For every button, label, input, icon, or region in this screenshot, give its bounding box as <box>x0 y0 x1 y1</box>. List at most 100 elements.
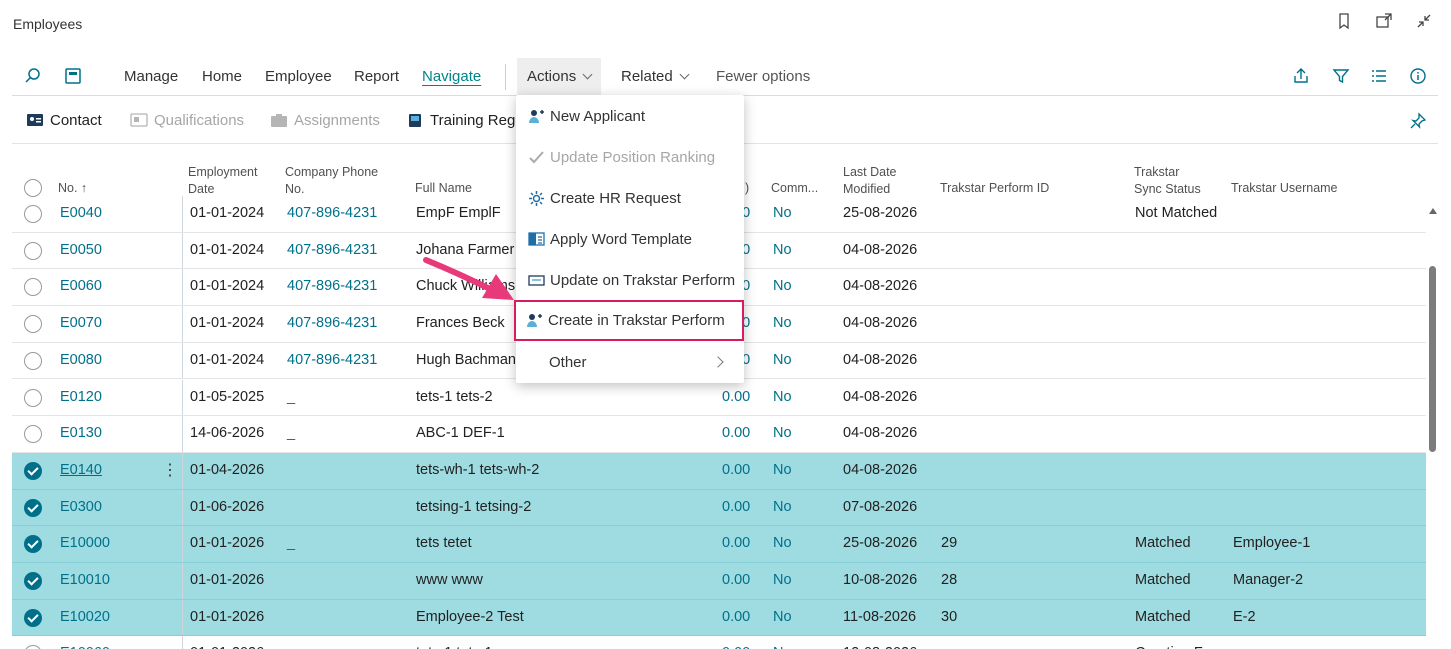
cell-amount[interactable]: 0.00 <box>722 425 750 441</box>
table-row[interactable]: ⋮ E0140 01-04-2026 tets-wh-1 tets-wh-2 0.00 N… <box>12 452 1426 490</box>
row-select-checkbox[interactable] <box>24 645 42 649</box>
row-select-checkbox[interactable] <box>24 351 42 370</box>
cell-no[interactable]: E0070 <box>60 315 102 331</box>
row-select-checkbox[interactable] <box>24 205 42 223</box>
cell-no[interactable]: E10010 <box>60 572 110 588</box>
header-full-name[interactable]: Full Name <box>415 180 472 197</box>
cell-amount[interactable]: 0.00 <box>722 499 750 515</box>
table-row[interactable]: E0120 01-05-2025 _ tets-1 tets-2 0.00 No 04-08… <box>12 379 1426 417</box>
cell-comm[interactable]: No <box>773 462 792 478</box>
table-row[interactable]: E10000 01-01-2026 _ tets tetet 0.00 No 25-08-2… <box>12 526 1426 563</box>
cell-amount[interactable]: 0.00 <box>722 462 750 478</box>
fewer-options-button[interactable]: Fewer options <box>716 68 810 85</box>
menu-item-update-position-ranking[interactable]: Update Position Ranking <box>516 137 744 178</box>
menu-related[interactable]: Related <box>621 68 690 85</box>
cell-amount[interactable]: 0.00 <box>722 572 750 588</box>
cell-no[interactable]: E10020 <box>60 609 110 625</box>
filter-icon[interactable] <box>1332 67 1350 85</box>
edit-list-icon[interactable] <box>64 67 82 85</box>
row-select-checkbox[interactable] <box>24 425 42 444</box>
row-select-checkbox[interactable] <box>24 498 42 517</box>
cell-no[interactable]: E0040 <box>60 205 102 221</box>
cell-no[interactable]: E0120 <box>60 389 102 405</box>
row-select-checkbox[interactable] <box>24 278 42 297</box>
table-row[interactable]: E10010 01-01-2026 www www 0.00 No 10-08-2026 2… <box>12 563 1426 600</box>
menu-home[interactable]: Home <box>202 68 242 85</box>
info-icon[interactable] <box>1409 67 1427 85</box>
cell-company-phone[interactable]: 407-896-4231 <box>287 242 377 258</box>
row-select-checkbox[interactable] <box>24 608 42 627</box>
table-row[interactable]: E10020 01-01-2026 Employee-2 Test 0.00 No 11-… <box>12 599 1426 637</box>
cell-amount[interactable]: 0.00 <box>722 535 750 551</box>
cell-company-phone[interactable]: _ <box>287 389 295 405</box>
menu-report[interactable]: Report <box>354 68 399 85</box>
share-icon[interactable] <box>1292 67 1310 85</box>
bookmark-icon[interactable] <box>1335 12 1353 30</box>
cell-no[interactable]: E0130 <box>60 425 102 441</box>
table-row[interactable]: E10060 01-01-2026 tets-1 tets-1 0.00 No 12-08… <box>12 636 1426 649</box>
header-trakstar-perform-id[interactable]: Trakstar Perform ID <box>940 180 1049 197</box>
cell-comm[interactable]: No <box>773 572 792 588</box>
scroll-up-arrow-icon[interactable] <box>1429 208 1437 214</box>
cell-company-phone[interactable]: _ <box>287 425 295 441</box>
row-select-checkbox[interactable] <box>24 461 42 480</box>
cell-comm[interactable]: No <box>773 389 792 405</box>
row-select-checkbox[interactable] <box>24 535 42 554</box>
header-employment-date[interactable]: Employment Date <box>188 164 257 198</box>
cell-amount[interactable]: 0.00 <box>722 389 750 405</box>
qualifications-button[interactable]: Qualifications <box>130 112 244 129</box>
pin-icon[interactable] <box>1409 112 1427 130</box>
cell-no[interactable]: E0300 <box>60 499 102 515</box>
cell-no[interactable]: E0080 <box>60 352 102 368</box>
header-trakstar-sync-status[interactable]: Trakstar Sync Status <box>1134 164 1201 198</box>
cell-no[interactable]: E0140 <box>60 462 102 478</box>
open-new-window-icon[interactable] <box>1375 12 1393 30</box>
header-comm[interactable]: Comm... <box>771 180 818 197</box>
cell-no[interactable]: E0060 <box>60 278 102 294</box>
cell-comm[interactable]: No <box>773 535 792 551</box>
cell-amount[interactable]: 0.00 <box>722 645 750 649</box>
cell-comm[interactable]: No <box>773 205 792 221</box>
header-trakstar-username[interactable]: Trakstar Username <box>1231 180 1338 197</box>
menu-item-other[interactable]: Other <box>516 342 744 383</box>
assignments-button[interactable]: Assignments <box>270 112 380 129</box>
row-select-checkbox[interactable] <box>24 241 42 260</box>
menu-item-create-hr-request[interactable]: Create HR Request <box>516 178 744 219</box>
header-hidden-column[interactable]: ) <box>745 180 749 197</box>
menu-item-new-applicant[interactable]: New Applicant <box>516 96 744 137</box>
contact-button[interactable]: Contact <box>26 112 102 129</box>
cell-company-phone[interactable]: 407-896-4231 <box>287 352 377 368</box>
cell-comm[interactable]: No <box>773 352 792 368</box>
row-select-checkbox[interactable] <box>24 388 42 407</box>
menu-item-apply-word-template[interactable]: Apply Word Template <box>516 219 744 260</box>
cell-no[interactable]: E10000 <box>60 535 110 551</box>
cell-comm[interactable]: No <box>773 315 792 331</box>
cell-company-phone[interactable]: 407-896-4231 <box>287 205 377 221</box>
cell-comm[interactable]: No <box>773 425 792 441</box>
menu-navigate[interactable]: Navigate <box>422 68 481 85</box>
header-no[interactable]: No. ↑ <box>58 180 87 197</box>
row-select-checkbox[interactable] <box>24 315 42 334</box>
cell-comm[interactable]: No <box>773 609 792 625</box>
vertical-scrollbar[interactable] <box>1427 200 1439 649</box>
cell-amount[interactable]: 0.00 <box>722 609 750 625</box>
cell-company-phone[interactable]: 407-896-4231 <box>287 315 377 331</box>
select-all-checkbox[interactable] <box>24 179 42 197</box>
menu-employee[interactable]: Employee <box>265 68 332 85</box>
menu-item-create-in-trakstar-perform[interactable]: Create in Trakstar Perform <box>514 300 744 341</box>
table-row[interactable]: E0130 14-06-2026 _ ABC-1 DEF-1 0.00 No 04-08-2… <box>12 416 1426 453</box>
header-last-date-modified[interactable]: Last Date Modified <box>843 164 897 198</box>
scroll-thumb[interactable] <box>1429 266 1436 452</box>
row-select-checkbox[interactable] <box>24 572 42 590</box>
menu-manage[interactable]: Manage <box>124 68 178 85</box>
cell-company-phone[interactable]: 407-896-4231 <box>287 278 377 294</box>
list-view-icon[interactable] <box>1370 67 1388 85</box>
table-row[interactable]: E0300 01-06-2026 tetsing-1 tetsing-2 0.00 No… <box>12 489 1426 527</box>
cell-comm[interactable]: No <box>773 278 792 294</box>
cell-no[interactable]: E10060 <box>60 645 110 649</box>
cell-no[interactable]: E0050 <box>60 242 102 258</box>
training-register-button[interactable]: Training Regis <box>406 112 526 129</box>
header-company-phone[interactable]: Company Phone No. <box>285 164 378 198</box>
menu-actions[interactable]: Actions <box>517 58 602 95</box>
search-icon[interactable] <box>24 67 42 85</box>
